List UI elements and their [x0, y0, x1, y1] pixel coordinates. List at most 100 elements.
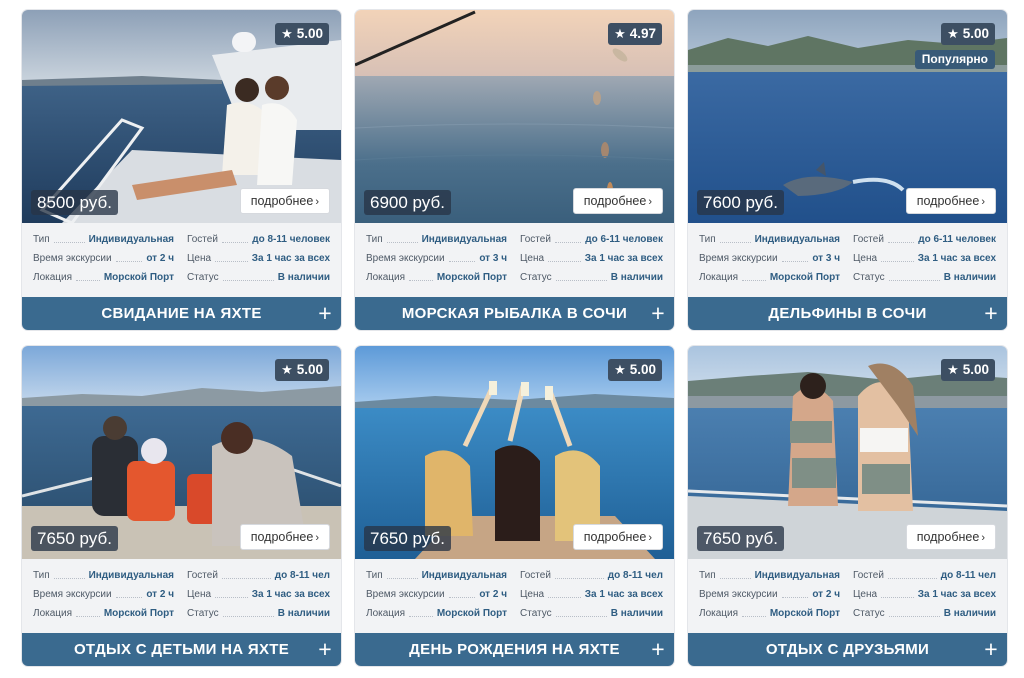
- tour-photo[interactable]: ★ 5.00 8500 руб. подробнее ›: [22, 10, 341, 223]
- tour-photo[interactable]: ★ 4.97 6900 руб. подробнее ›: [355, 10, 674, 223]
- tour-card[interactable]: ★ 5.00 7650 руб. подробнее › Тип Индивидуал…: [22, 346, 341, 666]
- spec-value: Морской Порт: [436, 272, 507, 283]
- dotted-leader: [881, 588, 914, 598]
- spec-label: Время экскурсии: [33, 253, 112, 264]
- details-button[interactable]: подробнее ›: [572, 188, 663, 214]
- spec-row: Время экскурсии от 2 ч: [699, 585, 840, 604]
- price-tag: 7650 руб.: [364, 526, 451, 551]
- dotted-leader: [448, 252, 476, 262]
- spec-value: Морской Порт: [103, 272, 174, 283]
- spec-label: Время экскурсии: [33, 589, 112, 600]
- tour-title-bar[interactable]: ДЕЛЬФИНЫ В СОЧИ +: [688, 297, 1007, 330]
- dotted-leader: [888, 271, 940, 281]
- dotted-leader: [76, 607, 100, 617]
- dotted-leader: [887, 569, 937, 579]
- spec-label: Цена: [520, 253, 545, 264]
- spec-value: Морской Порт: [769, 608, 840, 619]
- spec-value: За 1 час за всех: [917, 253, 996, 264]
- spec-value: Индивидуальная: [421, 234, 507, 245]
- plus-icon[interactable]: +: [318, 637, 332, 661]
- tour-card[interactable]: ★ 5.00 7650 руб. подробнее › Тип Индивидуал…: [355, 346, 674, 666]
- plus-icon[interactable]: +: [651, 637, 665, 661]
- spec-label: Цена: [187, 253, 212, 264]
- star-icon: ★: [947, 362, 959, 377]
- chevron-right-icon: ›: [315, 196, 319, 208]
- spec-label: Статус: [520, 272, 552, 283]
- tour-specs: Тип Индивидуальная Гостей до 8-11 человек …: [22, 223, 341, 297]
- tour-specs: Тип Индивидуальная Гостей до 6-11 человек …: [688, 223, 1007, 297]
- tour-title: СВИДАНИЕ НА ЯХТЕ: [101, 305, 262, 322]
- dotted-leader: [53, 569, 85, 579]
- tour-title: МОРСКАЯ РЫБАЛКА В СОЧИ: [401, 305, 628, 322]
- tour-title-bar[interactable]: СВИДАНИЕ НА ЯХТЕ +: [22, 297, 341, 330]
- rating-badge: ★ 4.97: [608, 23, 662, 45]
- spec-label: Цена: [853, 253, 878, 264]
- tour-specs: Тип Индивидуальная Гостей до 6-11 человек …: [355, 223, 674, 297]
- dotted-leader: [53, 233, 85, 243]
- dotted-leader: [215, 252, 248, 262]
- spec-label: Локация: [366, 272, 406, 283]
- spec-row: Тип Индивидуальная: [699, 230, 840, 249]
- spec-value: В наличии: [943, 272, 996, 283]
- tour-card[interactable]: ★ 4.97 6900 руб. подробнее › Тип Индивидуал…: [355, 10, 674, 330]
- star-icon: ★: [947, 26, 959, 41]
- details-button[interactable]: подробнее ›: [905, 524, 996, 550]
- spec-value: Индивидуальная: [754, 234, 840, 245]
- dotted-leader: [554, 233, 582, 243]
- spec-value: до 8-11 человек: [252, 234, 330, 245]
- spec-row: Статус В наличии: [520, 268, 663, 287]
- spec-value: Индивидуальная: [421, 570, 507, 581]
- tour-photo[interactable]: ★ 5.00 Популярно 7600 руб. подробнее ›: [688, 10, 1007, 223]
- dotted-leader: [888, 607, 940, 617]
- price-tag: 7600 руб.: [697, 190, 784, 215]
- spec-row: Время экскурсии от 2 ч: [33, 585, 174, 604]
- spec-value: от 2 ч: [812, 589, 840, 600]
- details-button[interactable]: подробнее ›: [572, 524, 663, 550]
- spec-row: Тип Индивидуальная: [699, 566, 840, 585]
- spec-row: Статус В наличии: [853, 604, 996, 623]
- star-icon: ★: [614, 26, 626, 41]
- tour-title-bar[interactable]: ДЕНЬ РОЖДЕНИЯ НА ЯХТЕ +: [355, 633, 674, 666]
- spec-row: Тип Индивидуальная: [33, 230, 174, 249]
- spec-value: от 2 ч: [146, 589, 174, 600]
- tour-photo[interactable]: ★ 5.00 7650 руб. подробнее ›: [688, 346, 1007, 559]
- spec-value: от 2 ч: [146, 253, 174, 264]
- rating-badge: ★ 5.00: [275, 23, 329, 45]
- spec-label: Статус: [853, 272, 885, 283]
- spec-row: Гостей до 6-11 человек: [853, 230, 996, 249]
- tour-title: ОТДЫХ С ДРУЗЬЯМИ: [765, 641, 930, 658]
- spec-value: Морской Порт: [769, 272, 840, 283]
- plus-icon[interactable]: +: [984, 637, 998, 661]
- tour-title-bar[interactable]: ОТДЫХ С ДРУЗЬЯМИ +: [688, 633, 1007, 666]
- spec-row: Статус В наличии: [187, 268, 330, 287]
- spec-value: В наличии: [277, 608, 330, 619]
- dotted-leader: [781, 588, 809, 598]
- tour-card[interactable]: ★ 5.00 8500 руб. подробнее › Тип Индивидуал…: [22, 10, 341, 330]
- spec-label: Тип: [366, 570, 383, 581]
- tour-photo[interactable]: ★ 5.00 7650 руб. подробнее ›: [355, 346, 674, 559]
- details-button[interactable]: подробнее ›: [239, 188, 330, 214]
- tour-card[interactable]: ★ 5.00 7650 руб. подробнее › Тип Индивидуал…: [688, 346, 1007, 666]
- spec-row: Гостей до 8-11 чел: [853, 566, 996, 585]
- details-button[interactable]: подробнее ›: [239, 524, 330, 550]
- tour-title-bar[interactable]: МОРСКАЯ РЫБАЛКА В СОЧИ +: [355, 297, 674, 330]
- plus-icon[interactable]: +: [318, 301, 332, 325]
- dotted-leader: [555, 271, 607, 281]
- plus-icon[interactable]: +: [651, 301, 665, 325]
- spec-label: Гостей: [187, 234, 218, 245]
- dotted-leader: [548, 252, 581, 262]
- popular-badge: Популярно: [914, 50, 995, 69]
- dotted-leader: [222, 271, 274, 281]
- spec-label: Тип: [33, 570, 50, 581]
- spec-value: Индивидуальная: [88, 234, 174, 245]
- spec-value: В наличии: [943, 608, 996, 619]
- dotted-leader: [115, 252, 143, 262]
- star-icon: ★: [281, 26, 293, 41]
- tour-card[interactable]: ★ 5.00 Популярно 7600 руб. подробнее › Тип…: [688, 10, 1007, 330]
- chevron-right-icon: ›: [648, 532, 652, 544]
- tour-photo[interactable]: ★ 5.00 7650 руб. подробнее ›: [22, 346, 341, 559]
- plus-icon[interactable]: +: [984, 301, 998, 325]
- tour-title-bar[interactable]: ОТДЫХ С ДЕТЬМИ НА ЯХТЕ +: [22, 633, 341, 666]
- details-button[interactable]: подробнее ›: [905, 188, 996, 214]
- spec-row: Локация Морской Порт: [33, 604, 174, 623]
